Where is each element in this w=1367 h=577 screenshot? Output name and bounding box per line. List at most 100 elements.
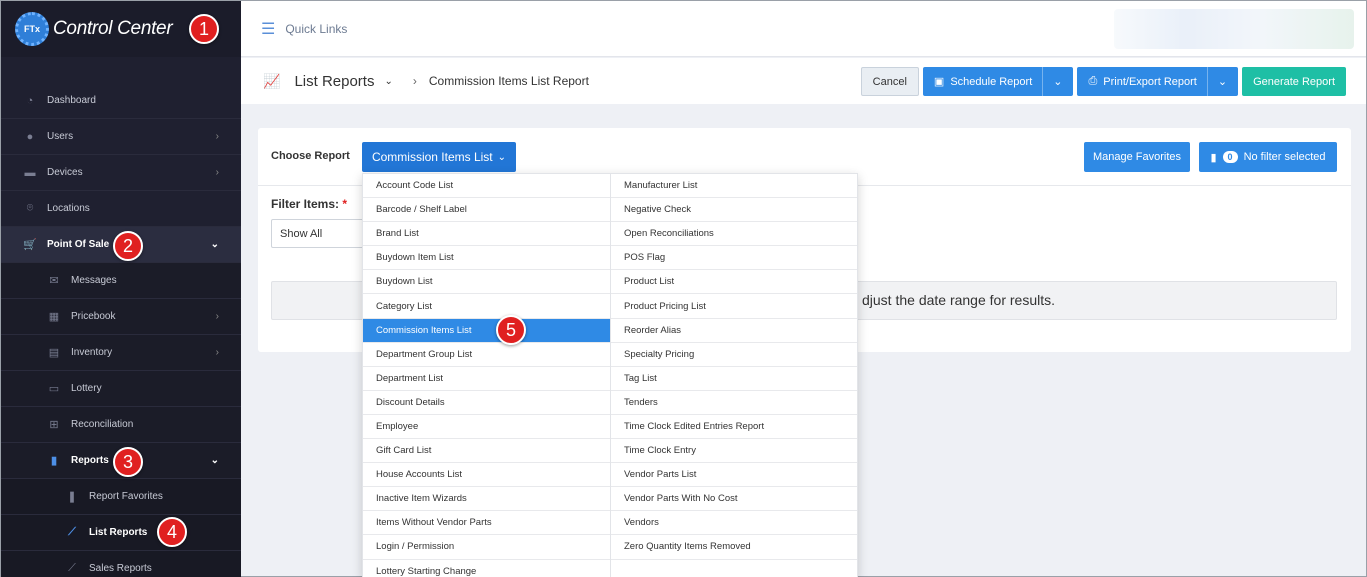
sidebar-item-label: Reconciliation — [71, 419, 134, 430]
dropdown-option[interactable]: Product List — [611, 270, 857, 295]
filter-items-select[interactable]: Show All — [271, 219, 366, 248]
callout-marker: 5 — [496, 315, 526, 345]
dropdown-option[interactable]: Employee — [363, 415, 610, 440]
chevron-right-icon: › — [215, 311, 219, 322]
dropdown-option[interactable]: Buydown List — [363, 270, 610, 295]
dropdown-option[interactable]: Items Without Vendor Parts — [363, 511, 610, 536]
dropdown-option[interactable]: Commission Items List — [363, 318, 610, 343]
sidebar-item-label: Dashboard — [47, 95, 96, 106]
inventory-icon: ▤ — [48, 347, 60, 359]
sidebar-item-pricebook[interactable]: ▦ Pricebook › — [1, 299, 241, 335]
sidebar-item-inventory[interactable]: ▤ Inventory › — [1, 335, 241, 371]
area-chart-icon: ⟋ — [68, 562, 76, 574]
dropdown-option[interactable]: Vendor Parts With No Cost — [611, 487, 857, 512]
sidebar-item-label: Pricebook — [71, 311, 116, 322]
dropdown-option[interactable]: POS Flag — [611, 246, 857, 271]
dropdown-option[interactable]: Reorder Alias — [611, 319, 857, 343]
dropdown-option[interactable]: Category List — [363, 294, 610, 319]
filter-status-button[interactable]: ▮ 0 No filter selected — [1199, 142, 1337, 172]
breadcrumb: Commission Items List Report — [428, 74, 589, 88]
sidebar-item-label: Devices — [47, 167, 83, 178]
sidebar-item-list-reports[interactable]: ⟋ List Reports — [1, 515, 241, 551]
bookmark-icon: ❚ — [67, 491, 77, 503]
dropdown-option[interactable]: Product Pricing List — [611, 294, 857, 319]
dropdown-option[interactable]: Buydown Item List — [363, 246, 610, 271]
sidebar-item-users[interactable]: ● Users › — [1, 119, 241, 155]
dropdown-option[interactable]: Specialty Pricing — [611, 343, 857, 367]
report-selector-button[interactable]: Commission Items List ⌄ — [362, 142, 516, 172]
schedule-report-button[interactable]: ▣ Schedule Report ⌄ — [922, 67, 1074, 96]
devices-icon: ▬ — [24, 166, 36, 179]
manage-favorites-button[interactable]: Manage Favorites — [1084, 142, 1190, 172]
chevron-down-icon[interactable]: ⌄ — [384, 76, 392, 87]
generate-report-button[interactable]: Generate Report — [1242, 67, 1346, 96]
sidebar-item-label: Lottery — [71, 383, 102, 394]
report-dropdown-menu: Account Code List Barcode / Shelf Label Br… — [362, 173, 858, 577]
sidebar-item-dashboard[interactable]: ◔ Dashboard — [1, 83, 241, 119]
required-mark: * — [342, 197, 348, 211]
sidebar-item-label: Users — [47, 131, 74, 142]
sidebar-item-sales-reports[interactable]: ⟋ Sales Reports — [1, 551, 241, 577]
chevron-down-icon[interactable]: ⌄ — [1042, 67, 1062, 96]
user-area[interactable] — [1114, 9, 1354, 49]
dropdown-option[interactable]: Open Reconciliations — [611, 222, 857, 247]
reconciliation-icon: ⊞ — [49, 419, 59, 431]
sidebar-item-devices[interactable]: ▬ Devices › — [1, 155, 241, 191]
dropdown-option[interactable]: Zero Quantity Items Removed — [611, 535, 857, 560]
dropdown-option[interactable]: Vendor Parts List — [611, 463, 857, 488]
chevron-down-icon: ⌄ — [210, 239, 219, 250]
chevron-right-icon: › — [412, 74, 417, 88]
dropdown-option[interactable]: Lottery Starting Change — [363, 560, 610, 577]
dropdown-option[interactable]: House Accounts List — [363, 463, 610, 488]
sidebar-item-report-favorites[interactable]: ❚ Report Favorites — [1, 479, 241, 515]
dropdown-option[interactable]: Gift Card List — [363, 439, 610, 464]
dropdown-option[interactable]: Inactive Item Wizards — [363, 487, 610, 512]
page-title: List Reports — [294, 72, 375, 90]
dropdown-column-right: Manufacturer List Negative Check Open Reco… — [610, 174, 857, 577]
dropdown-option[interactable]: Department List — [363, 367, 610, 391]
dropdown-option[interactable]: Brand List — [363, 222, 610, 247]
dropdown-option[interactable]: Tag List — [611, 367, 857, 391]
location-pin-icon: ⌾ — [26, 202, 34, 214]
dropdown-column-left: Account Code List Barcode / Shelf Label Br… — [363, 174, 610, 577]
callout-marker: 3 — [113, 447, 143, 477]
dropdown-option[interactable]: Tenders — [611, 391, 857, 415]
dropdown-option[interactable]: Time Clock Entry — [611, 439, 857, 464]
dropdown-option[interactable]: Discount Details — [363, 391, 610, 415]
dropdown-option[interactable]: Negative Check — [611, 198, 857, 223]
chevron-down-icon[interactable]: ⌄ — [1206, 67, 1227, 96]
lottery-icon: ▭ — [48, 383, 60, 395]
dropdown-option[interactable]: Account Code List — [363, 174, 610, 199]
dropdown-option[interactable]: Time Clock Edited Entries Report — [611, 415, 857, 440]
print-export-label: Print/Export Report — [1103, 75, 1197, 88]
cancel-button[interactable]: Cancel — [860, 67, 919, 96]
dropdown-option[interactable]: Manufacturer List — [611, 174, 857, 199]
chevron-right-icon: › — [215, 131, 219, 142]
sidebar-item-label: Locations — [47, 203, 90, 214]
sidebar-item-messages[interactable]: ✉ Messages — [1, 263, 241, 299]
menu-icon[interactable]: ☰ — [261, 19, 275, 39]
sidebar-nav: ◔ Dashboard ● Users › ▬ Devices › ⌾ Locations … — [1, 83, 241, 577]
users-icon: ● — [26, 130, 34, 143]
quick-links[interactable]: Quick Links — [285, 22, 347, 36]
dropdown-option[interactable]: Vendors — [611, 511, 857, 536]
top-bar: ☰ Quick Links — [241, 1, 1366, 57]
sidebar: FTx Control Center ◔ Dashboard ● Users › ▬ D… — [1, 1, 241, 577]
print-export-button[interactable]: ⎙ Print/Export Report ⌄ — [1077, 67, 1239, 96]
sidebar-item-label: Point Of Sale — [47, 239, 110, 250]
dashboard-icon: ◔ — [26, 94, 34, 107]
sidebar-item-label: List Reports — [89, 527, 148, 538]
page-header: 📈 List Reports ⌄ › Commission Items List… — [241, 58, 1366, 104]
callout-marker: 4 — [157, 517, 187, 547]
sidebar-item-label: Messages — [71, 275, 117, 286]
dropdown-option[interactable]: Department Group List — [363, 343, 610, 367]
line-chart-icon: ⟋ — [68, 526, 76, 538]
sidebar-item-locations[interactable]: ⌾ Locations — [1, 191, 241, 227]
dropdown-option[interactable]: Barcode / Shelf Label — [363, 198, 610, 223]
line-chart-icon: 📈 — [263, 72, 281, 89]
messages-icon: ✉ — [49, 275, 59, 287]
sidebar-item-lottery[interactable]: ▭ Lottery — [1, 371, 241, 407]
printer-icon: ⎙ — [1088, 75, 1098, 87]
sidebar-item-reconciliation[interactable]: ⊞ Reconciliation — [1, 407, 241, 443]
dropdown-option[interactable]: Login / Permission — [363, 535, 610, 560]
